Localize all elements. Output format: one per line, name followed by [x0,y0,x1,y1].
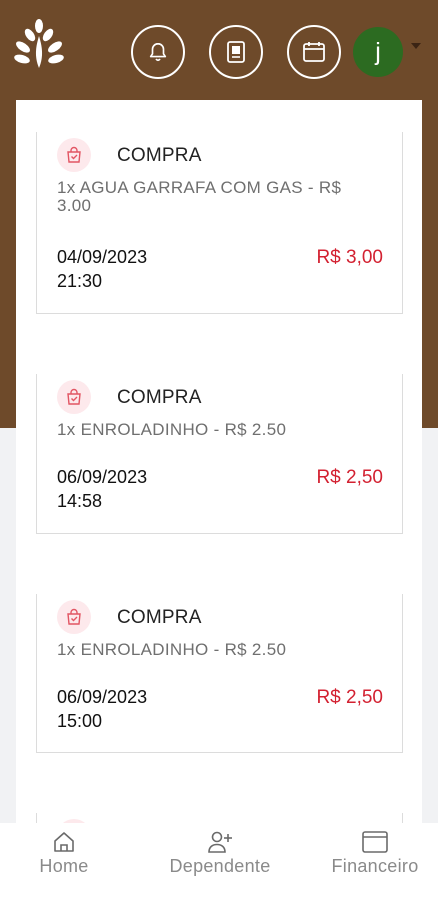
nav-label-dependente: Dependente [169,856,271,876]
transactions-panel: COMPRA 1x AGUA GARRAFA COM GAS - R$ 3.00… [16,100,422,900]
transaction-time: 14:58 [57,491,103,511]
transaction-type: COMPRA [117,607,202,628]
transaction-time: 21:30 [57,271,103,291]
bottom-navigation: Home Dependente Financeiro [0,823,438,900]
transaction-type: COMPRA [117,387,202,408]
add-user-icon [208,831,232,853]
transaction-description: 1x AGUA GARRAFA COM GAS - R$ 3.00 [57,178,342,215]
chevron-down-icon[interactable] [411,43,421,49]
nav-label-home: Home [39,856,89,876]
transaction-card[interactable]: COMPRA 1x ENROLADINHO - R$ 2.50 06/09/20… [36,374,403,534]
calendar-icon [303,42,325,62]
shopping-bag-icon [57,138,91,172]
transaction-date: 06/09/2023 [57,687,148,707]
calendar-button[interactable] [287,25,341,79]
shopping-bag-icon [57,600,91,634]
transaction-card[interactable]: COMPRA 1x ENROLADINHO - R$ 2.50 06/09/20… [36,594,403,753]
home-icon [54,832,74,852]
transaction-description: 1x ENROLADINHO - R$ 2.50 [57,420,287,439]
transaction-amount: R$ 2,50 [316,467,383,488]
notification-button[interactable] [131,25,185,79]
nav-item-home[interactable]: Home [30,823,98,877]
notification-bell-icon [149,42,167,62]
photo-card-button[interactable] [209,25,263,79]
transaction-type: COMPRA [117,145,202,166]
transaction-date: 06/09/2023 [57,467,148,487]
nav-label-financeiro: Financeiro [331,856,419,876]
brand-logo [14,19,64,68]
transaction-time: 15:00 [57,711,103,731]
transaction-card[interactable]: COMPRA 1x AGUA GARRAFA COM GAS - R$ 3.00… [36,132,403,314]
photo-card-icon [227,41,245,63]
transaction-amount: R$ 2,50 [316,687,383,708]
transaction-amount: R$ 3,00 [316,247,383,268]
transaction-date: 04/09/2023 [57,247,148,267]
shopping-bag-icon [57,380,91,414]
nav-item-dependente[interactable]: Dependente [160,823,280,877]
wallet-icon [362,831,388,853]
nav-item-financeiro[interactable]: Financeiro [323,823,427,877]
user-avatar[interactable]: j [353,27,403,77]
transaction-description: 1x ENROLADINHO - R$ 2.50 [57,640,287,659]
